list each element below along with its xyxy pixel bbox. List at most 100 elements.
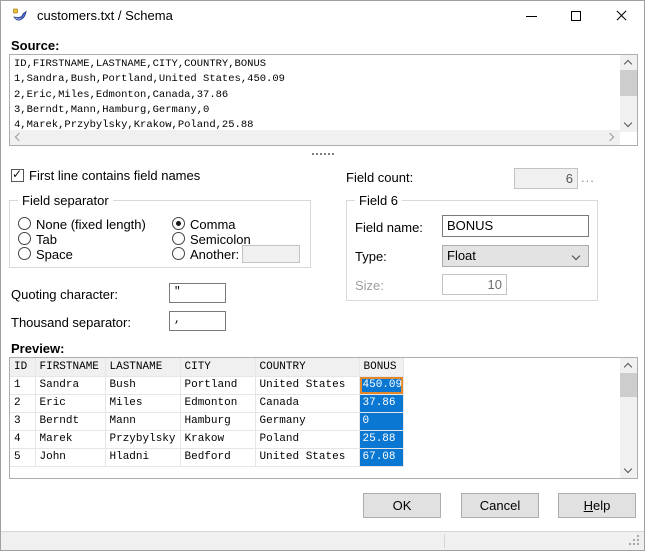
source-line: 1,Sandra,Bush,Portland,United States,450…	[14, 73, 285, 86]
scroll-down-button[interactable]	[620, 463, 637, 478]
radio-none[interactable]	[18, 217, 31, 230]
table-cell[interactable]: Bush	[105, 376, 181, 395]
type-label: Type:	[355, 249, 387, 264]
table-cell[interactable]: Eric	[35, 394, 106, 413]
table-cell[interactable]: 4	[10, 430, 36, 449]
quoting-character-input[interactable]: "	[169, 283, 226, 303]
table-cell[interactable]: Bedford	[180, 448, 256, 467]
close-button[interactable]	[599, 1, 644, 31]
cancel-button-label: Cancel	[479, 498, 521, 513]
field-name-input[interactable]: BONUS	[442, 215, 589, 237]
table-cell[interactable]: Berndt	[35, 412, 106, 431]
cancel-button[interactable]: Cancel	[461, 493, 539, 518]
column-header[interactable]: ID	[10, 358, 36, 377]
splitter-dots-icon	[312, 153, 314, 155]
field-count-more-button[interactable]: ...	[581, 170, 595, 185]
preview-vertical-scrollbar[interactable]	[620, 358, 637, 478]
table-cell[interactable]: Krakow	[180, 430, 256, 449]
table-cell[interactable]: 37.86	[359, 394, 404, 413]
source-horizontal-scrollbar[interactable]	[10, 130, 620, 145]
resize-grip-icon[interactable]	[629, 535, 631, 537]
table-cell[interactable]: Miles	[105, 394, 181, 413]
radio-semicolon[interactable]	[172, 232, 185, 245]
another-separator-input[interactable]	[242, 245, 300, 263]
table-cell[interactable]: 2	[10, 394, 36, 413]
radio-tab[interactable]	[18, 232, 31, 245]
radio-space-label[interactable]: Space	[36, 247, 73, 262]
table-cell[interactable]: Marek	[35, 430, 106, 449]
scroll-down-button[interactable]	[620, 117, 637, 132]
radio-tab-label[interactable]: Tab	[36, 232, 57, 247]
table-cell[interactable]: United States	[255, 448, 360, 467]
chevron-left-icon	[14, 132, 24, 142]
source-vertical-scrollbar[interactable]	[620, 55, 637, 132]
field6-group: Field 6 Field name: BONUS Type: Float Si…	[346, 193, 598, 301]
column-header[interactable]: COUNTRY	[255, 358, 360, 377]
field-name-label: Field name:	[355, 220, 423, 235]
type-select-value: Float	[447, 248, 476, 263]
radio-comma-label[interactable]: Comma	[190, 217, 236, 232]
schema-dialog: customers.txt / Schema Source: ID,FIRSTN…	[0, 0, 645, 551]
table-row: 5 John Hladni Bedford United States 67.08	[10, 448, 404, 467]
first-line-checkbox-label[interactable]: First line contains field names	[29, 168, 200, 183]
table-row: 4 Marek Przybylsky Krakow Poland 25.88	[10, 430, 404, 449]
ok-button[interactable]: OK	[363, 493, 441, 518]
table-cell[interactable]: 450.09	[359, 376, 404, 395]
minimize-button[interactable]	[509, 1, 554, 31]
scroll-right-button[interactable]	[605, 130, 620, 145]
chevron-up-icon	[623, 59, 633, 69]
help-button[interactable]: Help	[558, 493, 636, 518]
scroll-left-button[interactable]	[10, 130, 25, 145]
radio-space[interactable]	[18, 247, 31, 260]
table-row: 1 Sandra Bush Portland United States 450.09	[10, 376, 404, 395]
column-header[interactable]: BONUS	[359, 358, 404, 377]
field-count-input[interactable]: 6	[514, 168, 578, 189]
title-bar[interactable]: customers.txt / Schema	[1, 1, 644, 31]
scroll-thumb[interactable]	[620, 70, 637, 96]
table-cell[interactable]: Germany	[255, 412, 360, 431]
field-separator-group: Field separator None (fixed length) Tab …	[9, 193, 311, 268]
source-label: Source:	[11, 38, 60, 53]
type-select[interactable]: Float	[442, 245, 589, 267]
table-cell[interactable]: 0	[359, 412, 404, 431]
column-header[interactable]: FIRSTNAME	[35, 358, 106, 377]
maximize-icon	[571, 11, 581, 21]
field-separator-group-title: Field separator	[18, 193, 113, 208]
table-cell[interactable]: 67.08	[359, 448, 404, 467]
table-cell[interactable]: United States	[255, 376, 360, 395]
scroll-thumb[interactable]	[620, 373, 637, 397]
thousand-separator-input[interactable]: ,	[169, 311, 226, 331]
table-cell[interactable]: Hladni	[105, 448, 181, 467]
radio-another-label[interactable]: Another:	[190, 247, 239, 262]
source-text[interactable]: ID,FIRSTNAME,LASTNAME,CITY,COUNTRY,BONUS…	[14, 57, 619, 130]
splitter-handle[interactable]	[1, 148, 644, 158]
maximize-button[interactable]	[554, 1, 599, 31]
table-cell[interactable]: Edmonton	[180, 394, 256, 413]
scroll-up-button[interactable]	[620, 358, 637, 373]
table-cell[interactable]: Canada	[255, 394, 360, 413]
table-cell[interactable]: Przybylsky	[105, 430, 181, 449]
scroll-up-button[interactable]	[620, 55, 637, 70]
table-cell[interactable]: 25.88	[359, 430, 404, 449]
chevron-up-icon	[623, 362, 633, 372]
table-cell[interactable]: Mann	[105, 412, 181, 431]
radio-none-label[interactable]: None (fixed length)	[36, 217, 146, 232]
table-cell[interactable]: John	[35, 448, 106, 467]
radio-comma[interactable]	[172, 217, 185, 230]
thousand-separator-label: Thousand separator:	[11, 315, 131, 330]
help-button-label: Help	[583, 498, 611, 513]
table-cell[interactable]: Portland	[180, 376, 256, 395]
table-cell[interactable]: 1	[10, 376, 36, 395]
table-cell[interactable]: Hamburg	[180, 412, 256, 431]
table-cell[interactable]: Poland	[255, 430, 360, 449]
column-header[interactable]: CITY	[180, 358, 256, 377]
radio-another[interactable]	[172, 247, 185, 260]
first-line-checkbox[interactable]	[11, 167, 24, 182]
column-header[interactable]: LASTNAME	[105, 358, 181, 377]
chevron-down-icon	[571, 251, 581, 261]
table-row: 2 Eric Miles Edmonton Canada 37.86	[10, 394, 404, 413]
table-cell[interactable]: 5	[10, 448, 36, 467]
table-cell[interactable]: 3	[10, 412, 36, 431]
table-cell[interactable]: Sandra	[35, 376, 106, 395]
size-input[interactable]: 10	[442, 274, 507, 295]
